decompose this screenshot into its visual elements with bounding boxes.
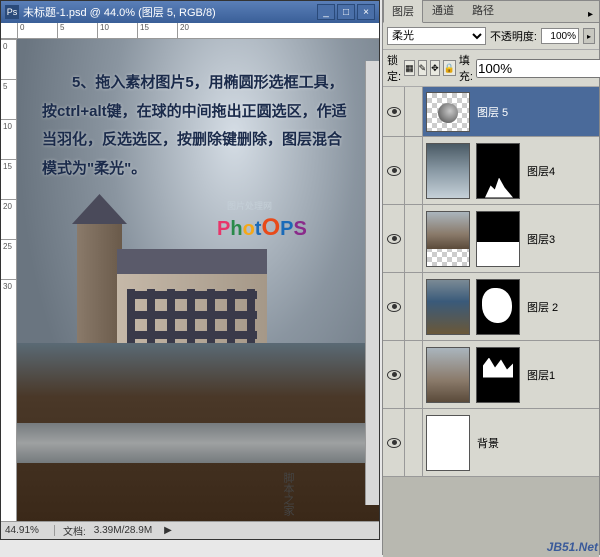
layers-list[interactable]: 图层 5 图层4 图层3 图层 2 图层 bbox=[383, 87, 599, 557]
doc-info-arrow-icon[interactable]: ▶ bbox=[164, 525, 172, 536]
lock-pixels-icon[interactable]: ✎ bbox=[418, 60, 428, 76]
layer-mask-thumbnail[interactable] bbox=[476, 143, 520, 199]
panel-menu-icon[interactable]: ▸ bbox=[582, 7, 599, 22]
watermark: JB51.Net bbox=[547, 540, 598, 554]
document-title: 未标题-1.psd @ 44.0% (图层 5, RGB/8) bbox=[23, 4, 317, 20]
layer-mask-thumbnail[interactable] bbox=[476, 279, 520, 335]
link-column[interactable] bbox=[405, 341, 423, 408]
docsize-label: 文档: bbox=[63, 523, 86, 538]
layer-name[interactable]: 图层3 bbox=[523, 231, 599, 247]
tutorial-text: 5、拖入素材图片5，用椭圆形选框工具，按ctrl+alt键，在球的中间拖出正圆选… bbox=[42, 69, 354, 183]
tab-layers[interactable]: 图层 bbox=[383, 0, 423, 23]
opacity-arrow-icon[interactable]: ▸ bbox=[583, 28, 595, 44]
visibility-eye-icon[interactable] bbox=[387, 370, 401, 380]
layer-thumbnail[interactable] bbox=[426, 92, 470, 132]
layer-row[interactable]: 图层3 bbox=[383, 205, 599, 273]
visibility-eye-icon[interactable] bbox=[387, 234, 401, 244]
ruler-area: 05101520 051015202530 5、拖入素材图片5，用椭圆形选框工具… bbox=[1, 23, 379, 523]
status-bar: 44.91% 文档: 3.39M/28.9M ▶ bbox=[1, 521, 379, 539]
fill-input[interactable] bbox=[476, 59, 600, 78]
scrollbar-vertical[interactable] bbox=[365, 61, 379, 505]
blend-mode-row: 柔光 不透明度: ▸ bbox=[383, 23, 599, 50]
visibility-eye-icon[interactable] bbox=[387, 302, 401, 312]
lock-row: 锁定: ▦ ✎ ✥ 🔒 填充: ▸ bbox=[383, 50, 599, 87]
docsize-value: 3.39M/28.9M bbox=[94, 525, 152, 536]
layer-thumbnail[interactable] bbox=[426, 347, 470, 403]
layer-mask-thumbnail[interactable] bbox=[476, 211, 520, 267]
ruler-horizontal[interactable]: 05101520 bbox=[1, 23, 379, 39]
tab-channels[interactable]: 通道 bbox=[423, 0, 463, 22]
opacity-label: 不透明度: bbox=[490, 28, 537, 44]
visibility-eye-icon[interactable] bbox=[387, 438, 401, 448]
fill-label: 填充: bbox=[459, 52, 473, 84]
layer-row[interactable]: 图层4 bbox=[383, 137, 599, 205]
lock-transparent-icon[interactable]: ▦ bbox=[404, 60, 415, 76]
canvas[interactable]: 5、拖入素材图片5，用椭圆形选框工具，按ctrl+alt键，在球的中间拖出正圆选… bbox=[17, 39, 379, 523]
link-column[interactable] bbox=[405, 87, 423, 136]
photops-logo: PhotOPS bbox=[217, 214, 307, 242]
link-column[interactable] bbox=[405, 409, 423, 476]
app-icon: Ps bbox=[5, 5, 19, 19]
water-layer bbox=[17, 423, 379, 463]
visibility-eye-icon[interactable] bbox=[387, 166, 401, 176]
maximize-button[interactable]: □ bbox=[337, 4, 355, 20]
watermark-cn: 脚本之家 bbox=[280, 472, 296, 516]
lock-position-icon[interactable]: ✥ bbox=[430, 60, 440, 76]
logo-subtitle: 图片处理网 bbox=[227, 199, 272, 212]
zoom-field[interactable]: 44.91% bbox=[5, 525, 55, 536]
panel-tabs: 图层 通道 路径 ▸ bbox=[383, 1, 599, 23]
layer-mask-thumbnail[interactable] bbox=[476, 347, 520, 403]
link-column[interactable] bbox=[405, 205, 423, 272]
layer-row[interactable]: 背景 bbox=[383, 409, 599, 477]
layer-name[interactable]: 图层 5 bbox=[473, 104, 599, 120]
layer-thumbnail[interactable] bbox=[426, 143, 470, 199]
layer-name[interactable]: 背景 bbox=[473, 435, 599, 451]
document-window: Ps 未标题-1.psd @ 44.0% (图层 5, RGB/8) _ □ ×… bbox=[0, 0, 380, 540]
ruler-vertical[interactable]: 051015202530 bbox=[1, 39, 17, 523]
layer-row[interactable]: 图层 2 bbox=[383, 273, 599, 341]
layer-row[interactable]: 图层1 bbox=[383, 341, 599, 409]
tab-paths[interactable]: 路径 bbox=[463, 0, 503, 22]
blend-mode-select[interactable]: 柔光 bbox=[387, 27, 486, 45]
opacity-input[interactable] bbox=[541, 28, 579, 44]
layers-panel: 图层 通道 路径 ▸ 柔光 不透明度: ▸ 锁定: ▦ ✎ ✥ 🔒 填充: ▸ … bbox=[382, 0, 600, 555]
lock-all-icon[interactable]: 🔒 bbox=[443, 60, 456, 76]
layer-name[interactable]: 图层1 bbox=[523, 367, 599, 383]
visibility-eye-icon[interactable] bbox=[387, 107, 401, 117]
layer-thumbnail[interactable] bbox=[426, 415, 470, 471]
layer-row[interactable]: 图层 5 bbox=[383, 87, 599, 137]
lock-label: 锁定: bbox=[387, 52, 401, 84]
close-button[interactable]: × bbox=[357, 4, 375, 20]
link-column[interactable] bbox=[405, 273, 423, 340]
layer-thumbnail[interactable] bbox=[426, 279, 470, 335]
layer-name[interactable]: 图层 2 bbox=[523, 299, 599, 315]
title-bar[interactable]: Ps 未标题-1.psd @ 44.0% (图层 5, RGB/8) _ □ × bbox=[1, 1, 379, 23]
layer-name[interactable]: 图层4 bbox=[523, 163, 599, 179]
layer-thumbnail[interactable] bbox=[426, 211, 470, 267]
link-column[interactable] bbox=[405, 137, 423, 204]
minimize-button[interactable]: _ bbox=[317, 4, 335, 20]
